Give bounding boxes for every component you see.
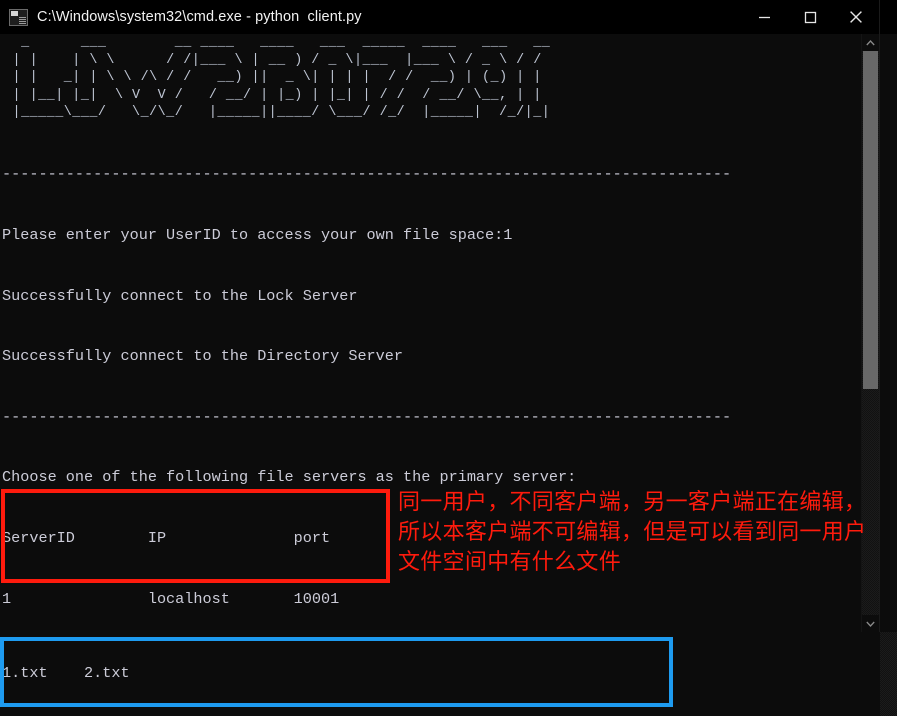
scrollbar-thumb[interactable] bbox=[863, 51, 878, 389]
screen: C:\Windows\system32\cmd.exe - python cli… bbox=[0, 0, 897, 716]
maximize-button[interactable] bbox=[787, 0, 833, 34]
terminal-line: ----------------------------------------… bbox=[2, 407, 732, 426]
second-terminal-log: 1.txt 2.txt $ edit 1.txt Warning:a file … bbox=[0, 632, 897, 716]
red-annotation-note: 同一用户，不同客户端，另一客户端正在编辑，所以本客户端不可编辑，但是可以看到同一… bbox=[398, 490, 867, 575]
second-cmd-window[interactable]: 1.txt 2.txt $ edit 1.txt Warning:a file … bbox=[0, 632, 897, 716]
terminal-line: Please enter your UserID to access your … bbox=[2, 225, 513, 244]
terminal-line: Successfully connect to the Directory Se… bbox=[2, 347, 404, 366]
terminal-line: Successfully connect to the Lock Server bbox=[2, 286, 358, 305]
minimize-button[interactable] bbox=[741, 0, 787, 34]
title-bar[interactable]: C:\Windows\system32\cmd.exe - python cli… bbox=[0, 0, 879, 34]
terminal-line: Choose one of the following file servers… bbox=[2, 468, 577, 487]
terminal-line: 1 localhost 10001 bbox=[2, 589, 340, 608]
cmd-console-icon bbox=[9, 8, 28, 26]
scroll-up-button[interactable] bbox=[862, 34, 879, 51]
second-window-scrollbar[interactable] bbox=[880, 632, 897, 716]
window-controls bbox=[741, 0, 879, 34]
window-title: C:\Windows\system32\cmd.exe - python cli… bbox=[37, 9, 362, 25]
clipped-terminal-line: 1.txt 2.txt bbox=[2, 664, 130, 683]
close-button[interactable] bbox=[833, 0, 879, 34]
ascii-art-banner: _ ___ __ ____ ____ ___ _____ ____ ___ __… bbox=[12, 35, 551, 121]
scroll-down-button[interactable] bbox=[862, 615, 879, 632]
terminal-line: ----------------------------------------… bbox=[2, 165, 732, 184]
